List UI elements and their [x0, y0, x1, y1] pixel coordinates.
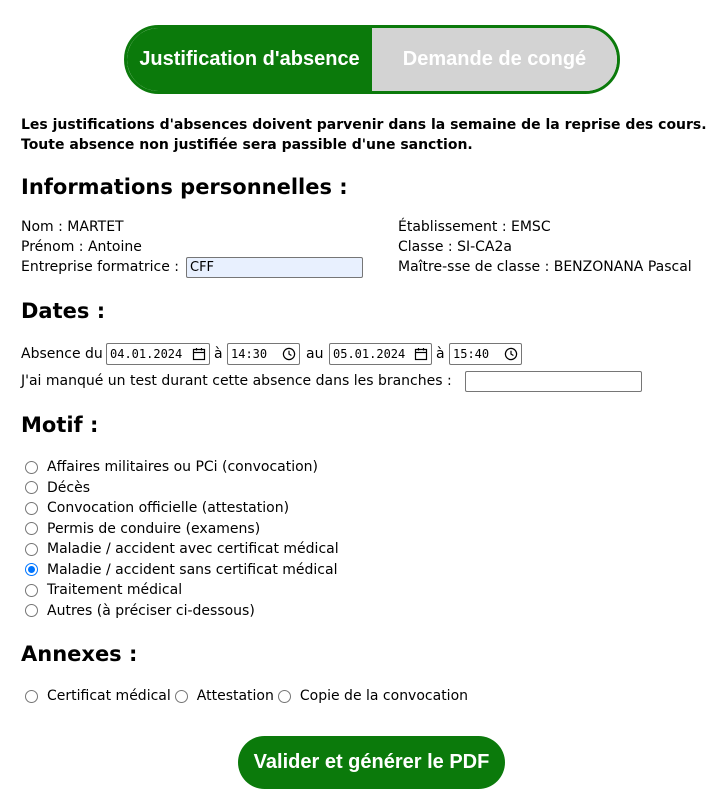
motif-radio[interactable]: [25, 542, 38, 556]
notice: Les justifications d'absences doivent pa…: [21, 115, 711, 155]
au-label: au: [306, 346, 324, 362]
calendar-icon[interactable]: [192, 347, 206, 361]
annex-radio[interactable]: [174, 689, 188, 703]
end-time-value: 15:40: [453, 347, 490, 361]
motif-option[interactable]: Permis de conduire (examens): [25, 519, 260, 539]
motif-radio[interactable]: [25, 604, 38, 617]
entreprise-field[interactable]: CFF: [186, 257, 363, 278]
annex-radio[interactable]: [25, 689, 38, 703]
motif-radio[interactable]: [25, 583, 38, 597]
annex-option-label: Certificat médical: [47, 688, 171, 704]
start-time-value: 14:30: [231, 347, 268, 361]
motif-option-label: Autres (à préciser ci-dessous): [47, 602, 255, 619]
form-type-toggle: Justification d'absence Demande de congé: [124, 25, 620, 94]
motif-option-label: Maladie / accident sans certificat médic…: [47, 561, 338, 578]
etablissement-text: Établissement : EMSC: [398, 219, 551, 235]
annex-option-label: Copie de la convocation: [299, 688, 469, 704]
motif-option[interactable]: Autres (à préciser ci-dessous): [25, 601, 255, 621]
motif-option-label: Traitement médical: [47, 582, 183, 598]
personal-info-heading: Informations personnelles :: [21, 175, 348, 199]
motif-option[interactable]: Maladie / accident sans certificat médic…: [25, 560, 337, 580]
clock-icon[interactable]: [282, 347, 296, 361]
a-label-1: à: [214, 346, 223, 362]
motif-option-label: Affaires militaires ou PCi (convocation): [47, 459, 319, 475]
maitre-classe-text: Maître-sse de classe : BENZONANA Pascal: [398, 259, 692, 275]
missed-test-field[interactable]: [465, 371, 642, 392]
motif-option-label: Permis de conduire (examens): [47, 520, 261, 537]
annex-radio[interactable]: [277, 689, 291, 703]
start-date-input[interactable]: 04.01.2024: [106, 343, 210, 365]
motif-option-label: Décès: [47, 479, 90, 496]
submit-button[interactable]: Valider et générer le PDF: [238, 736, 505, 789]
start-date-value: 04.01.2024: [110, 347, 183, 361]
motif-option[interactable]: Affaires militaires ou PCi (convocation): [25, 457, 318, 477]
a-label-2: à: [436, 346, 445, 362]
dates-heading: Dates :: [21, 299, 106, 323]
calendar-icon[interactable]: [414, 347, 428, 361]
notice-line-2: Toute absence non justifiée sera passibl…: [21, 137, 473, 153]
notice-line-1: Les justifications d'absences doivent pa…: [21, 117, 707, 133]
motif-option[interactable]: Décès: [25, 478, 90, 498]
tab-justification-absence[interactable]: Justification d'absence: [127, 28, 372, 91]
motif-option[interactable]: Maladie / accident avec certificat médic…: [25, 539, 339, 559]
motif-radio[interactable]: [25, 460, 38, 474]
motif-radio[interactable]: [25, 481, 38, 494]
motif-heading: Motif :: [21, 413, 99, 437]
absence-label: Absence du: [21, 346, 103, 362]
classe-text: Classe : SI-CA2a: [398, 239, 512, 255]
end-date-value: 05.01.2024: [333, 347, 406, 361]
end-time-input[interactable]: 15:40: [449, 343, 522, 365]
end-date-input[interactable]: 05.01.2024: [329, 343, 432, 365]
start-time-input[interactable]: 14:30: [227, 343, 300, 365]
tab-demande-conge[interactable]: Demande de congé: [372, 28, 617, 91]
clock-icon[interactable]: [504, 347, 518, 361]
prenom-text: Prénom : Antoine: [21, 239, 142, 255]
annex-option-label: Attestation: [196, 688, 274, 704]
annexes-heading: Annexes :: [21, 642, 138, 666]
motif-radio[interactable]: [25, 563, 38, 576]
motif-radio[interactable]: [25, 522, 38, 535]
motif-option-label: Convocation officielle (attestation): [47, 500, 290, 516]
motif-option-label: Maladie / accident avec certificat médic…: [47, 541, 339, 557]
motif-radio[interactable]: [25, 501, 38, 515]
motif-option[interactable]: Convocation officielle (attestation): [25, 498, 289, 518]
missed-test-label: J'ai manqué un test durant cette absence…: [21, 373, 452, 389]
annexes-radio-group: Certificat médical Attestation Copie de la…: [25, 686, 472, 706]
nom-text: Nom : MARTET: [21, 219, 124, 235]
entreprise-label: Entreprise formatrice :: [21, 259, 179, 275]
motif-option[interactable]: Traitement médical: [25, 580, 182, 600]
